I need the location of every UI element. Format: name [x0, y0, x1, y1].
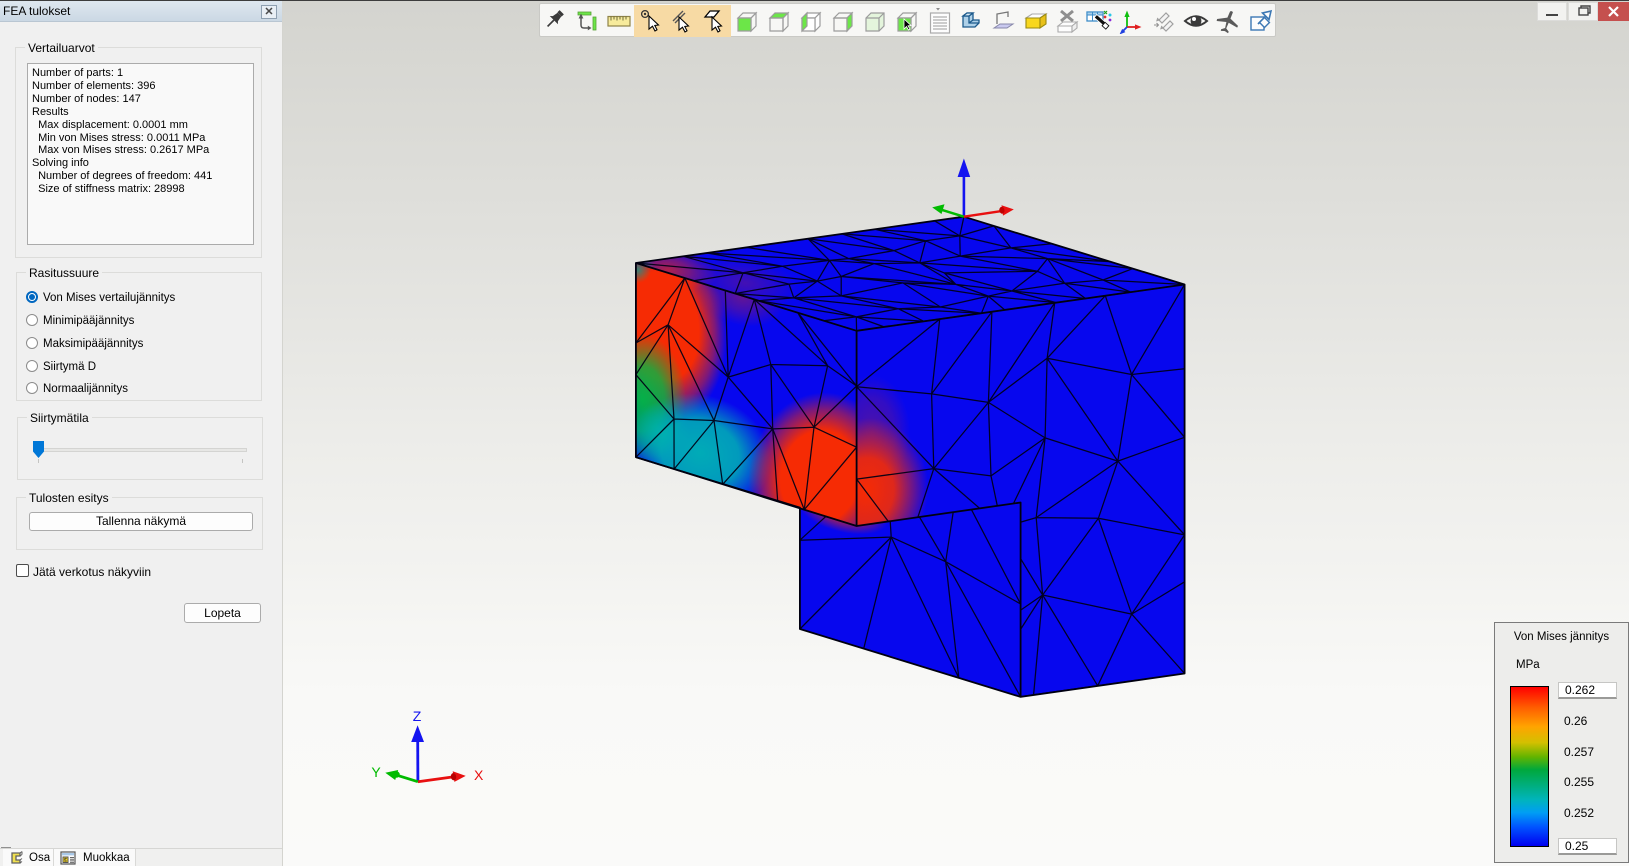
svg-text:X: X: [474, 767, 484, 783]
svg-text:Y: Y: [371, 764, 381, 780]
svg-text:Z: Z: [413, 708, 422, 724]
